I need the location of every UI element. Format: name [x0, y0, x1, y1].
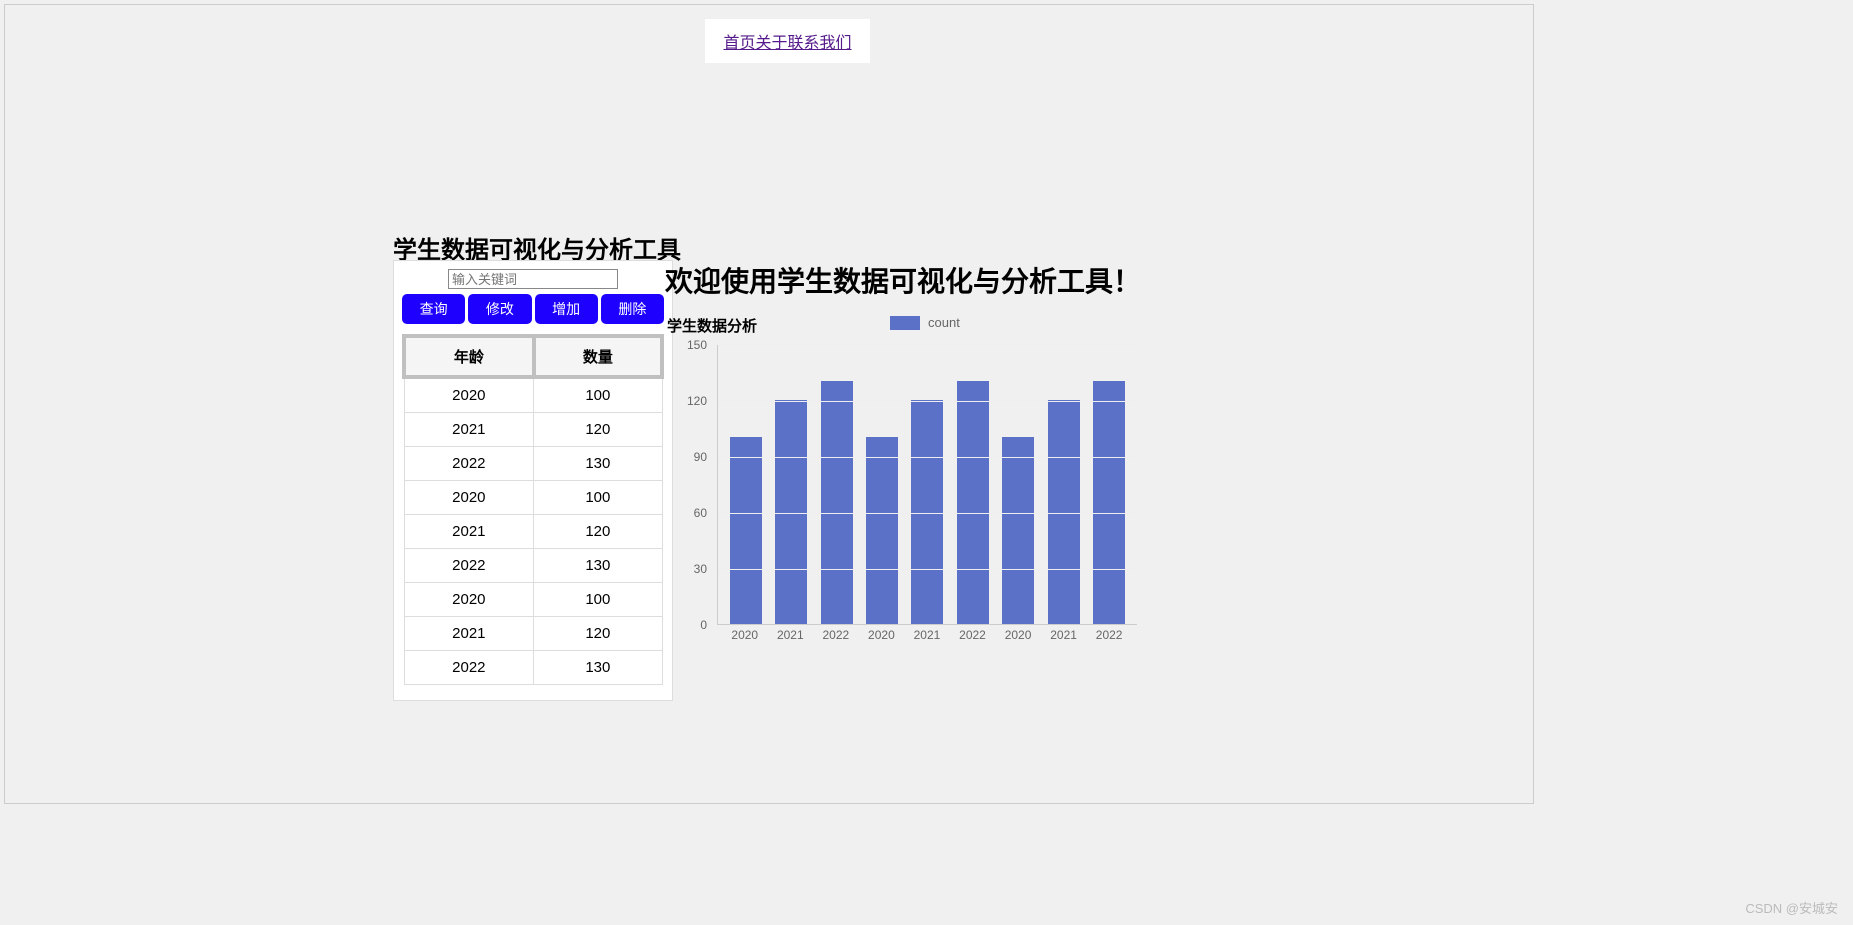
table-row: 2020100 [404, 481, 662, 515]
bar [1002, 437, 1034, 624]
query-button[interactable]: 查询 [402, 294, 465, 324]
grid-line [718, 457, 1137, 458]
cell-count: 100 [534, 481, 662, 515]
y-tick-label: 90 [694, 450, 707, 464]
x-tick-label: 2021 [774, 628, 806, 642]
x-tick-label: 2022 [957, 628, 989, 642]
cell-count: 100 [534, 377, 662, 413]
bar [957, 381, 989, 624]
x-tick-label: 2020 [865, 628, 897, 642]
bars-container [718, 345, 1137, 624]
grid-line [718, 569, 1137, 570]
add-button[interactable]: 增加 [535, 294, 598, 324]
bar [1093, 381, 1125, 624]
plot-area [717, 345, 1137, 625]
bar [911, 400, 943, 624]
y-tick-label: 120 [687, 394, 707, 408]
top-nav: 首页关于联系我们 [705, 19, 870, 63]
table-row: 2020100 [404, 377, 662, 413]
delete-button[interactable]: 删除 [601, 294, 664, 324]
cell-age: 2021 [404, 617, 534, 651]
y-tick-label: 30 [694, 562, 707, 576]
y-tick-label: 60 [694, 506, 707, 520]
x-tick-label: 2020 [729, 628, 761, 642]
data-table: 年龄 数量 2020100202112020221302020100202112… [402, 334, 664, 685]
cell-age: 2020 [404, 583, 534, 617]
y-axis: 0306090120150 [667, 345, 717, 625]
cell-age: 2022 [404, 651, 534, 685]
legend-label: count [928, 315, 960, 330]
table-row: 2022130 [404, 651, 662, 685]
cell-age: 2021 [404, 413, 534, 447]
bar [821, 381, 853, 624]
x-axis-labels: 2020 2021 2022 2020 2021 2022 2020 2021 2022 [717, 628, 1137, 642]
bar [730, 437, 762, 624]
y-tick-label: 0 [700, 618, 707, 632]
x-tick-label: 2021 [911, 628, 943, 642]
bar [775, 400, 807, 624]
cell-count: 130 [534, 549, 662, 583]
nav-link[interactable]: 关于 [755, 35, 787, 52]
table-header-row: 年龄 数量 [404, 336, 662, 377]
welcome-heading: 欢迎使用学生数据可视化与分析工具！ [665, 260, 1141, 300]
cell-age: 2022 [404, 447, 534, 481]
cell-age: 2020 [404, 481, 534, 515]
nav-link[interactable]: 首页 [723, 35, 755, 52]
cell-count: 130 [534, 651, 662, 685]
x-tick-label: 2021 [1048, 628, 1080, 642]
bar-chart: 0306090120150 20202021202220202021202220… [667, 345, 1137, 655]
legend-swatch [890, 316, 920, 330]
table-row: 2021120 [404, 617, 662, 651]
cell-count: 120 [534, 515, 662, 549]
cell-count: 120 [534, 617, 662, 651]
bar [1048, 400, 1080, 624]
x-tick-label: 2022 [820, 628, 852, 642]
bar [866, 437, 898, 624]
table-row: 2020100 [404, 583, 662, 617]
search-input[interactable] [448, 269, 618, 289]
modify-button[interactable]: 修改 [468, 294, 531, 324]
grid-line [718, 401, 1137, 402]
header-count: 数量 [534, 336, 662, 377]
watermark: CSDN @安城安 [1745, 898, 1838, 917]
search-wrap [394, 261, 672, 294]
cell-count: 130 [534, 447, 662, 481]
grid-line [718, 513, 1137, 514]
button-row: 查询 修改 增加 删除 [394, 294, 672, 334]
cell-age: 2020 [404, 377, 534, 413]
main-frame: 首页关于联系我们 学生数据可视化与分析工具 查询 修改 增加 删除 年龄 数量 … [4, 4, 1534, 804]
chart-section-title: 学生数据分析 [667, 315, 757, 336]
grid-line [718, 345, 1137, 346]
y-tick-label: 150 [687, 338, 707, 352]
table-row: 2022130 [404, 549, 662, 583]
x-tick-label: 2022 [1093, 628, 1125, 642]
cell-age: 2021 [404, 515, 534, 549]
table-row: 2022130 [404, 447, 662, 481]
header-age: 年龄 [404, 336, 534, 377]
cell-age: 2022 [404, 549, 534, 583]
chart-legend: count [890, 315, 960, 330]
x-tick-label: 2020 [1002, 628, 1034, 642]
table-row: 2021120 [404, 515, 662, 549]
control-panel: 查询 修改 增加 删除 年龄 数量 2020100202112020221302… [393, 260, 673, 701]
table-row: 2021120 [404, 413, 662, 447]
nav-link[interactable]: 联系我们 [788, 35, 852, 52]
cell-count: 120 [534, 413, 662, 447]
cell-count: 100 [534, 583, 662, 617]
